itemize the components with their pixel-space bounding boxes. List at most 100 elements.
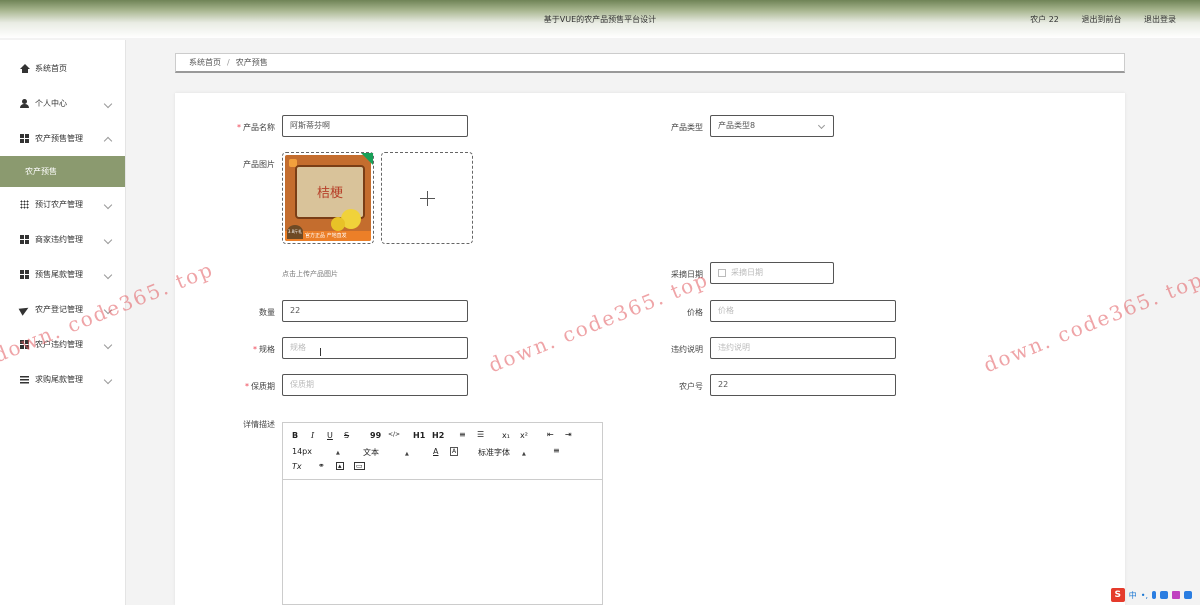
ordered-list-button[interactable]: ≡ <box>459 430 466 439</box>
header-links: 农户 22 退出到前台 退出登录 <box>1010 14 1176 25</box>
blockquote-button[interactable]: 99 <box>370 431 381 440</box>
indent-button[interactable]: ⇥ <box>565 430 572 439</box>
sidebar-item-presale-management[interactable]: 农产预售管理 <box>0 121 125 156</box>
font-color-button[interactable]: A <box>433 447 438 456</box>
clear-format-button[interactable]: Tx <box>292 462 302 471</box>
grid-menu-icon[interactable] <box>1184 591 1192 599</box>
product-type-value: 产品类型8 <box>718 121 756 130</box>
lang-toggle[interactable]: 中 <box>1129 590 1137 601</box>
chevron-down-icon <box>103 200 113 209</box>
pick-date-input[interactable]: 采摘日期 <box>710 262 834 284</box>
punct-toggle[interactable]: •, <box>1141 591 1148 600</box>
breach-input[interactable]: 违约说明 <box>710 337 896 359</box>
fruit-image <box>331 217 345 231</box>
font-size-select[interactable]: 14px ▲ <box>292 447 340 456</box>
shelf-life-input[interactable]: 保质期 <box>282 374 468 396</box>
microphone-icon[interactable] <box>1152 591 1156 599</box>
product-name-label: * 产品名称 <box>237 123 275 132</box>
sidebar-item-label: 系统首页 <box>35 64 67 73</box>
product-type-select[interactable]: 产品类型8 <box>710 115 834 137</box>
home-icon <box>20 64 30 73</box>
spec-label: * 规格 <box>253 345 275 354</box>
background-color-button[interactable]: A <box>450 447 459 456</box>
sidebar-item-home[interactable]: 系统首页 <box>0 51 125 86</box>
sidebar-item-personal-center[interactable]: 个人中心 <box>0 86 125 121</box>
video-icon[interactable]: ▭ <box>354 462 365 470</box>
upload-success-corner-icon <box>361 153 373 165</box>
product-type-label: 产品类型 <box>671 123 703 132</box>
ime-toolbar: S 中 •, <box>1110 587 1192 603</box>
breadcrumb-current: 农产预售 <box>235 58 268 67</box>
sidebar-item-label: 求购尾款管理 <box>35 375 83 384</box>
chevron-up-icon <box>103 136 113 145</box>
farmer-no-input[interactable]: 22 <box>710 374 896 396</box>
h1-button[interactable]: H1 <box>413 431 425 440</box>
image-icon[interactable]: ▴ <box>336 462 344 470</box>
weight-badge: 3.8斤礼盒装 XL果 <box>287 225 303 239</box>
chevron-down-icon <box>103 340 113 349</box>
logout-link[interactable]: 退出登录 <box>1144 15 1176 24</box>
italic-button[interactable]: I <box>311 431 314 440</box>
detail-label: 详情描述 <box>243 420 275 429</box>
outdent-button[interactable]: ⇤ <box>547 430 554 439</box>
sidebar-item-presale-balance[interactable]: 预售尾款管理 <box>0 257 125 292</box>
user-name: 农户 22 <box>1030 15 1059 24</box>
user-icon <box>20 99 29 108</box>
back-to-front-link[interactable]: 退出到前台 <box>1081 15 1121 24</box>
subscript-button[interactable]: x₁ <box>502 431 510 440</box>
upload-hint: 点击上传产品图片 <box>282 270 338 278</box>
superscript-button[interactable]: x² <box>520 431 528 440</box>
sidebar-item-booking-management[interactable]: 预订农产管理 <box>0 187 125 222</box>
grid-icon <box>20 235 29 244</box>
chevron-down-icon <box>817 121 826 130</box>
sidebar-item-merchant-breach[interactable]: 商家违约管理 <box>0 222 125 257</box>
text-cursor <box>320 348 321 356</box>
breadcrumb: 系统首页 / 农产预售 <box>175 53 1125 73</box>
shelf-life-label: * 保质期 <box>245 382 275 391</box>
quantity-label: 数量 <box>259 308 275 317</box>
calendar-icon <box>718 268 726 277</box>
code-block-button[interactable]: </> <box>388 431 400 438</box>
rich-text-editor: B I U S 99 </> H1 H2 ≡ ☰ x₁ x² ⇤ ⇥ 14px ▲… <box>282 422 603 605</box>
underline-button[interactable]: U <box>327 431 333 440</box>
skin-icon[interactable] <box>1172 591 1180 599</box>
keyboard-icon[interactable] <box>1160 591 1168 599</box>
h2-button[interactable]: H2 <box>432 431 444 440</box>
product-name-input[interactable]: 阿斯蒂芬啊 <box>282 115 468 137</box>
sidebar-item-label: 个人中心 <box>35 99 67 108</box>
breadcrumb-separator: / <box>227 58 230 67</box>
sidebar-item-label: 预售尾款管理 <box>35 270 83 279</box>
font-family-select[interactable]: 标准字体 ▲ <box>478 447 526 458</box>
spec-input[interactable]: 规格 <box>282 337 468 359</box>
strike-button[interactable]: S <box>344 431 349 440</box>
text-type-select[interactable]: 文本 ▲ <box>363 447 409 458</box>
bullet-list-button[interactable]: ☰ <box>477 430 484 439</box>
quantity-input[interactable]: 22 <box>282 300 468 322</box>
breadcrumb-home[interactable]: 系统首页 <box>189 57 221 68</box>
chevron-down-icon <box>103 99 113 108</box>
editor-toolbar: B I U S 99 </> H1 H2 ≡ ☰ x₁ x² ⇤ ⇥ 14px ▲… <box>283 423 602 480</box>
sidebar-item-purchase-balance[interactable]: 求购尾款管理 <box>0 362 125 397</box>
upload-add-button[interactable] <box>381 152 473 244</box>
farmer-no-label: 农户号 <box>679 382 703 391</box>
chevron-down-icon <box>103 235 113 244</box>
chevron-down-icon <box>103 270 113 279</box>
uploaded-image-card[interactable]: 桔梗 官方正品 产地直发 3.8斤礼盒装 XL果 <box>282 152 374 244</box>
grid9-icon <box>20 200 29 209</box>
link-icon[interactable]: ⚭ <box>318 461 325 470</box>
sidebar-subitem-presale[interactable]: 农产预售 <box>0 156 125 187</box>
align-button[interactable]: ≡ <box>553 446 560 455</box>
sogou-logo-icon[interactable]: S <box>1110 588 1125 602</box>
grid-icon <box>20 270 29 279</box>
price-input[interactable]: 价格 <box>710 300 896 322</box>
list-icon <box>20 375 29 384</box>
sidebar-item-label: 农产预售管理 <box>35 134 83 143</box>
product-thumbnail: 桔梗 官方正品 产地直发 3.8斤礼盒装 XL果 <box>285 155 371 241</box>
bold-button[interactable]: B <box>292 431 298 440</box>
grid-icon <box>20 134 29 143</box>
send-icon <box>20 305 29 314</box>
breach-label: 违约说明 <box>671 345 703 354</box>
top-header: 基于VUE的农产品预售平台设计 农户 22 退出到前台 退出登录 <box>0 0 1200 38</box>
sidebar-item-label: 商家违约管理 <box>35 235 83 244</box>
product-image-label: 产品图片 <box>243 160 275 169</box>
